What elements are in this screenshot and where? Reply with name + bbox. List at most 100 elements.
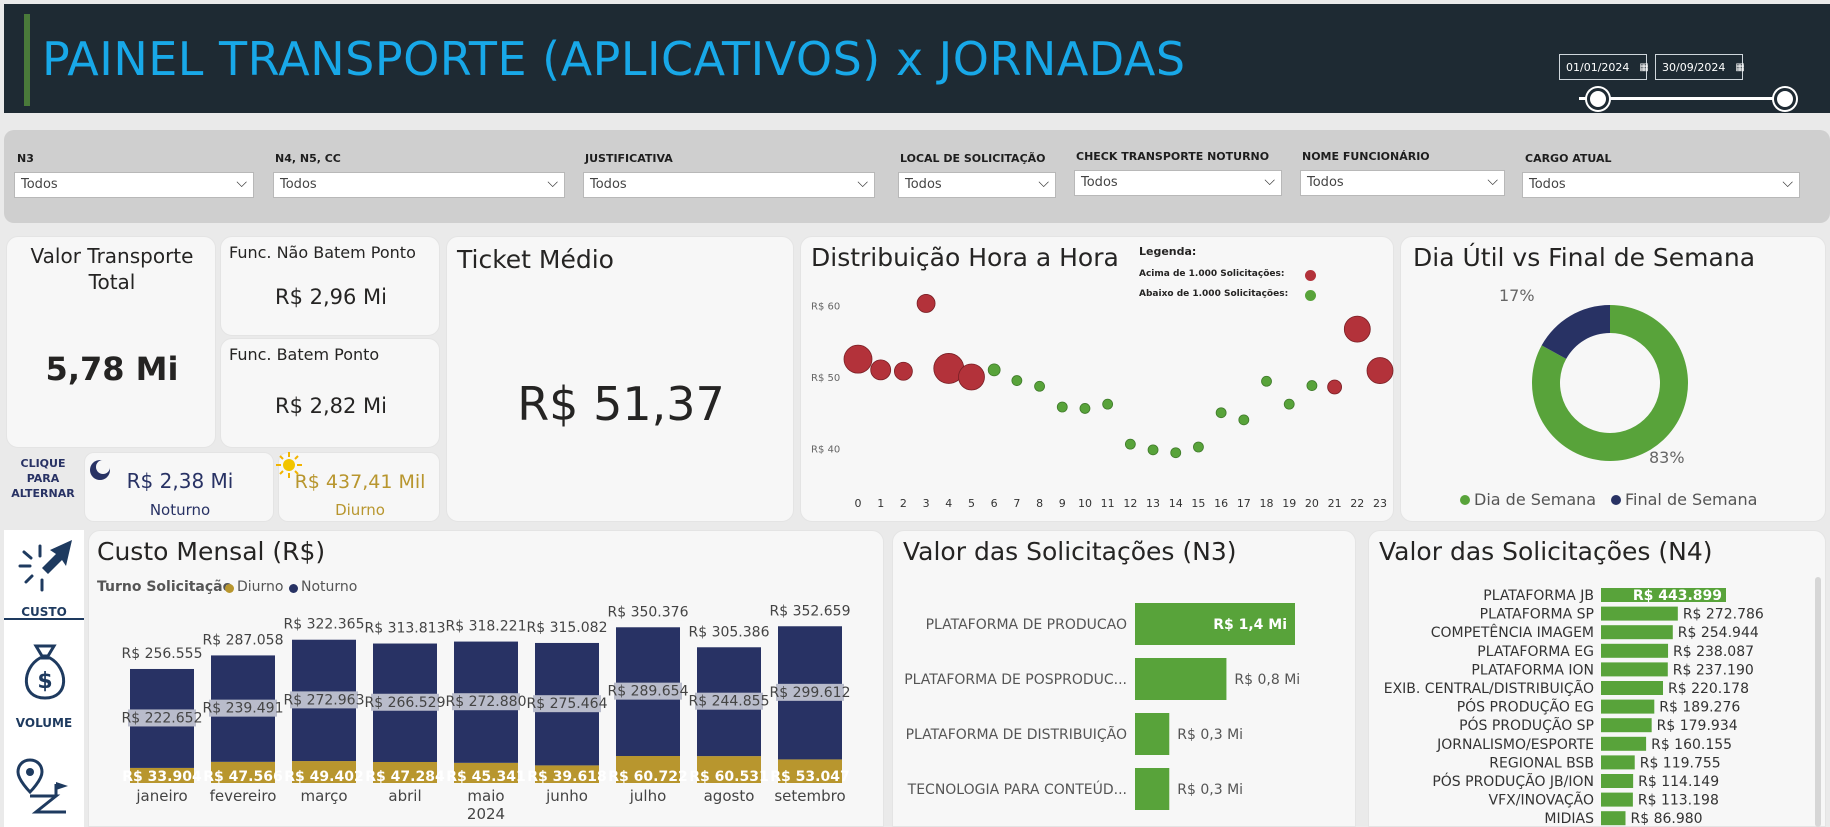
x-tick-label: 8 [1036, 497, 1043, 510]
n4-category-label: JORNALISMO/ESPORTE [1436, 737, 1594, 753]
hour-point [1343, 315, 1371, 343]
route-nav-button[interactable] [16, 756, 72, 816]
date-end-input[interactable]: 30/09/2024 ▦ [1655, 54, 1745, 80]
n3-value-label: R$ 0,8 Mi [1234, 672, 1300, 688]
hourly-scatter-chart: R$ 60R$ 50R$ 400 1 2 3 4 5 6 7 8 9 10 11 12 13 14 15 16 1… [811, 294, 1394, 510]
filter-n3-dropdown[interactable]: Todos ⌵ [14, 172, 254, 198]
donut-label-weekday: 83% [1649, 448, 1685, 467]
chevron-down-icon: ⌵ [1264, 173, 1275, 189]
n4-value-label: R$ 237.190 [1673, 662, 1754, 678]
n4-bar [1601, 774, 1634, 788]
monthly-cost-card: Custo Mensal (R$) Turno Solicitação Diur… [88, 530, 884, 827]
chevron-down-icon: ⌵ [547, 175, 558, 191]
n4-value-label: R$ 86.980 [1630, 811, 1702, 827]
hour-point [1124, 438, 1136, 450]
filter-local-dropdown[interactable]: Todos ⌵ [898, 172, 1056, 198]
legend-weekday-marker [1460, 495, 1470, 505]
n4-scrollbar[interactable] [1815, 577, 1821, 827]
n4-category-label: COMPETÊNCIA IMAGEM [1431, 623, 1594, 641]
total-label: R$ 287.058 [203, 632, 284, 648]
date-slider-end-handle[interactable] [1774, 88, 1796, 110]
x-tick-label: 17 [1237, 497, 1251, 510]
date-slider-start-handle[interactable] [1587, 88, 1609, 110]
filter-cargo-dropdown[interactable]: Todos ⌵ [1522, 172, 1800, 198]
volume-nav-label[interactable]: VOLUME [4, 716, 84, 730]
filter-label-local: LOCAL DE SOLICITAÇÃO [900, 152, 1046, 165]
kpi-nao-batem-card: Func. Não Batem Ponto R$ 2,96 Mi [220, 236, 440, 336]
kpi-batem-label: Func. Batem Ponto [229, 345, 380, 364]
date-start-input[interactable]: 01/01/2024 ▦ [1559, 54, 1649, 80]
month-label: fevereiro [210, 787, 277, 805]
date-range-slider[interactable] [1579, 97, 1789, 100]
filter-local-value: Todos [905, 177, 942, 192]
diurno-toggle-button[interactable]: R$ 437,41 Mil Diurno [276, 452, 440, 522]
diurno-label: R$ 60.722 [608, 769, 687, 785]
n4-bar-chart: PLATAFORMA JB R$ 443.899 PLATAFORMA SP R$ 2… [1384, 588, 1764, 827]
money-bag-icon: $ [24, 644, 66, 700]
n3-values-card: Valor das Solicitações (N3) PLATAFORMA D… [892, 530, 1356, 827]
hour-point [1102, 398, 1114, 410]
hour-point [916, 294, 936, 313]
custo-nav-label[interactable]: CUSTO [4, 605, 84, 619]
filter-n3-value: Todos [21, 177, 58, 192]
diurno-label: Diurno [335, 501, 385, 519]
noturno-label: R$ 275.464 [527, 696, 608, 712]
filter-justificativa-dropdown[interactable]: Todos ⌵ [583, 172, 875, 198]
n4-category-label: EXIB. CENTRAL/DISTRIBUIÇÃO [1384, 680, 1594, 697]
chevron-down-icon: ⌵ [1782, 175, 1793, 191]
diurno-label: R$ 45.341 [446, 769, 525, 785]
weekday-donut-chart: 83% 17% Dia de Semana Final de Semana [1460, 286, 1757, 509]
hour-point [1011, 375, 1023, 386]
hour-point [893, 361, 913, 381]
n4-bar [1601, 811, 1626, 826]
legend-weekend-label: Final de Semana [1625, 490, 1757, 509]
hour-point [1147, 444, 1159, 456]
n4-value-label: R$ 179.934 [1657, 718, 1738, 734]
month-label: abril [388, 787, 421, 805]
noturno-label: Noturno [149, 501, 211, 519]
hour-point [1193, 441, 1204, 453]
filter-label-funcionario: NOME FUNCIONÁRIO [1302, 150, 1430, 163]
x-tick-label: 19 [1282, 497, 1296, 510]
month-label: julho [629, 787, 667, 805]
chevron-down-icon: ⌵ [1038, 175, 1049, 191]
filter-funcionario-value: Todos [1307, 175, 1344, 190]
diurno-value: R$ 437,41 Mil [294, 471, 426, 493]
month-label: maio [467, 787, 504, 805]
n4-category-label: PLATAFORMA SP [1480, 607, 1594, 623]
x-tick-label: 16 [1214, 497, 1228, 510]
custo-nav-button[interactable] [14, 536, 74, 596]
filter-n4-dropdown[interactable]: Todos ⌵ [273, 172, 565, 198]
total-label: R$ 315.082 [527, 620, 608, 636]
x-tick-label: 12 [1123, 497, 1137, 510]
month-label: março [300, 787, 347, 805]
n4-value-label: R$ 443.899 [1633, 588, 1722, 604]
hour-point [1261, 375, 1272, 387]
n4-category-label: PLATAFORMA JB [1483, 588, 1594, 604]
n4-category-label: PÓS PRODUÇÃO SP [1459, 716, 1594, 734]
noturno-toggle-button[interactable]: R$ 2,38 Mi Noturno [84, 452, 274, 522]
page-title: PAINEL TRANSPORTE (APLICATIVOS) x JORNAD… [42, 32, 1186, 86]
n4-category-label: PÓS PRODUÇÃO EG [1457, 698, 1594, 716]
noturno-label: R$ 239.491 [203, 701, 284, 717]
n4-category-label: MIDIAS [1544, 811, 1594, 827]
kpi-nao-batem-label: Func. Não Batem Ponto [229, 243, 416, 262]
calendar-icon: ▦ [1735, 61, 1745, 73]
svg-text:$: $ [37, 669, 52, 694]
n4-category-label: REGIONAL BSB [1489, 755, 1594, 771]
n4-bar [1601, 755, 1635, 770]
filter-funcionario-dropdown[interactable]: Todos ⌵ [1300, 170, 1505, 196]
n3-value-label: R$ 0,3 Mi [1177, 727, 1243, 743]
filter-noturno-dropdown[interactable]: Todos ⌵ [1074, 170, 1282, 196]
n4-category-label: PÓS PRODUÇÃO JB/ION [1432, 772, 1594, 790]
chevron-down-icon: ⌵ [236, 175, 247, 191]
n4-bar [1601, 662, 1668, 677]
noturno-label: R$ 266.529 [365, 695, 446, 711]
n4-value-label: R$ 238.087 [1673, 644, 1754, 660]
total-label: R$ 256.555 [122, 646, 203, 662]
x-tick-label: 1 [877, 497, 884, 510]
volume-nav-button[interactable]: $ [18, 642, 72, 702]
y-tick-label: R$ 40 [811, 444, 840, 455]
noturno-value: R$ 2,38 Mi [126, 469, 234, 493]
total-label: R$ 313.813 [365, 621, 446, 637]
